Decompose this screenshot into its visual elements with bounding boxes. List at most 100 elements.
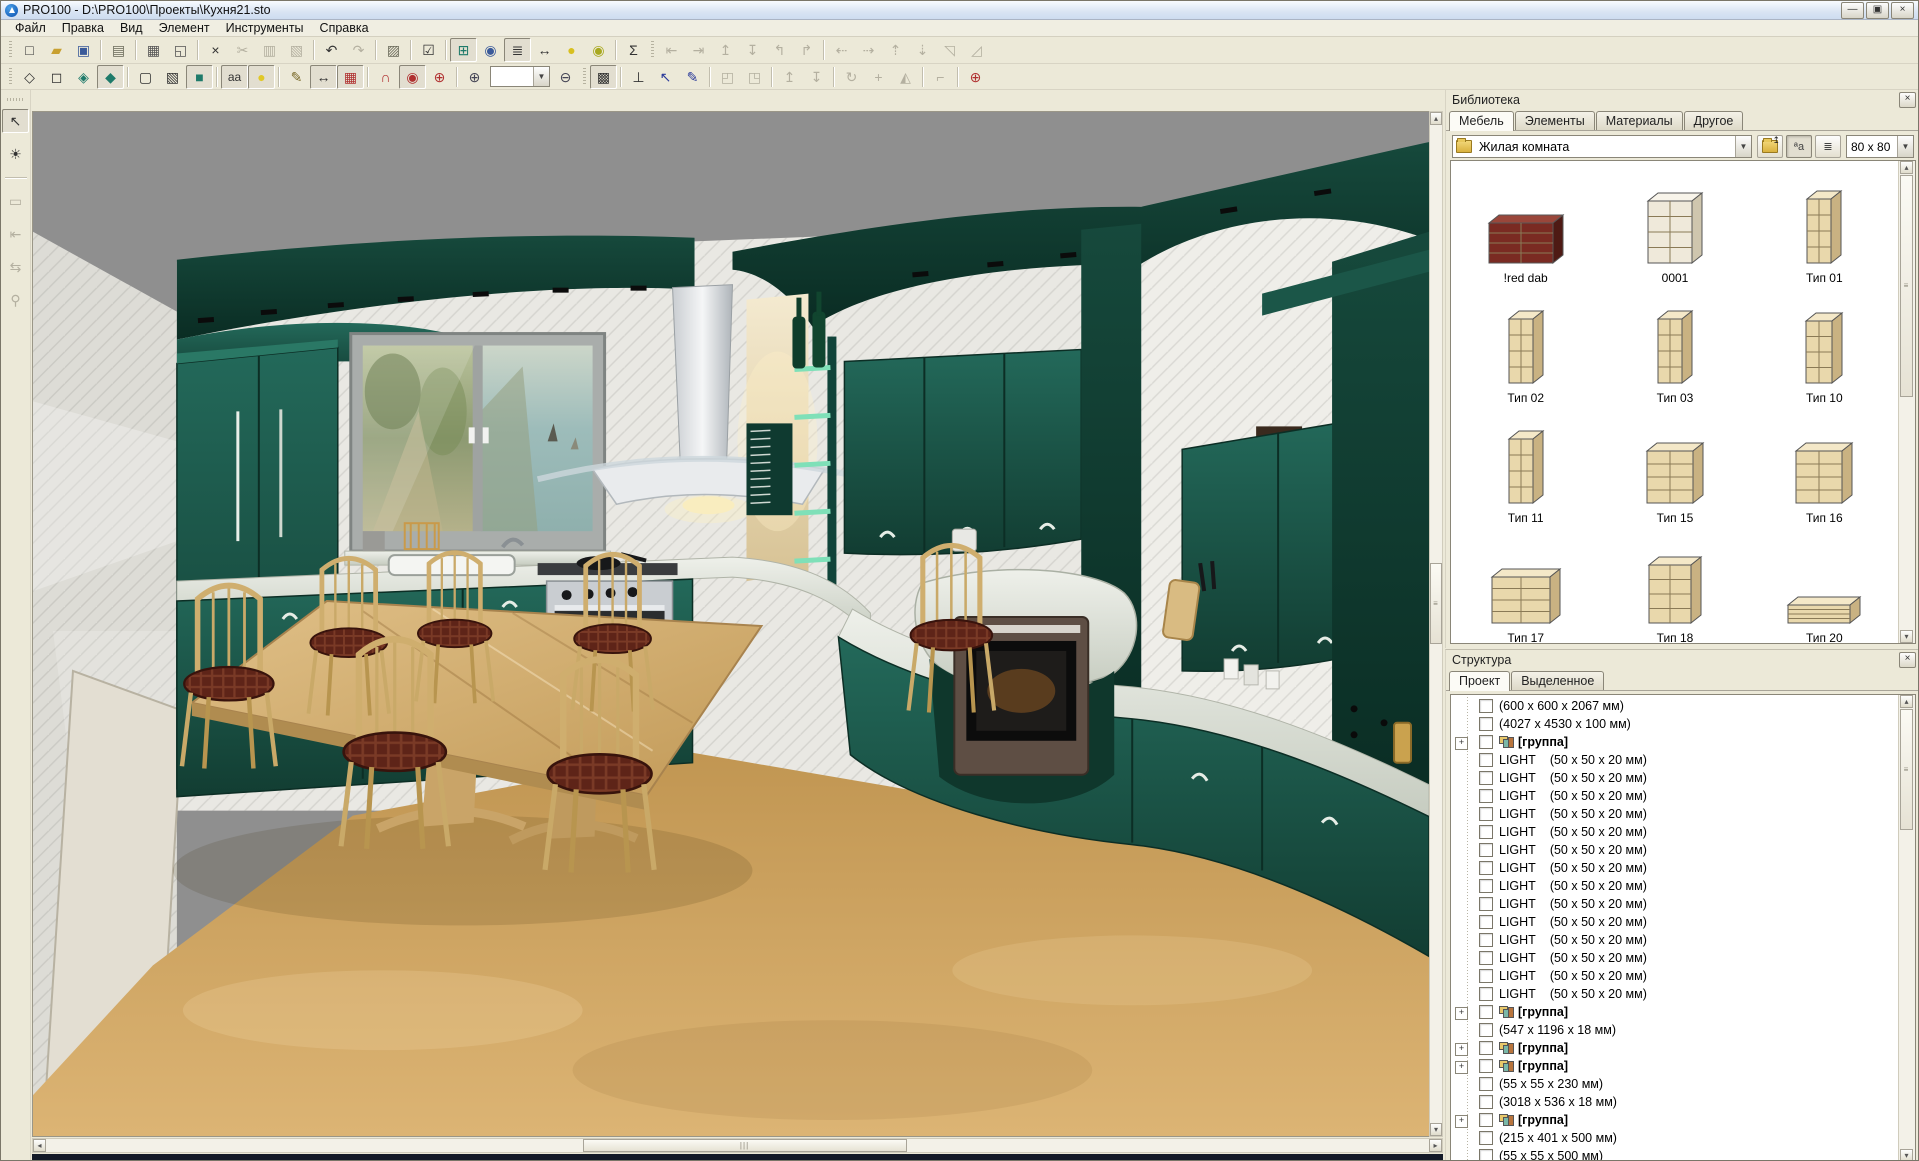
view-textured-button[interactable]: ■	[186, 65, 213, 89]
pointer-mode-button[interactable]: ↖	[652, 65, 679, 89]
library-close-icon[interactable]: ×	[1899, 92, 1916, 108]
library-item[interactable]: Тип 18	[1600, 525, 1749, 644]
tree-item-row[interactable]: (600 x 600 x 2067 мм)	[1451, 697, 1899, 715]
expand-icon[interactable]: +	[1455, 1007, 1468, 1020]
expand-icon[interactable]: +	[1455, 1115, 1468, 1128]
expand-icon[interactable]: +	[1455, 1043, 1468, 1056]
tree-checkbox[interactable]	[1479, 987, 1493, 1001]
view-report-toggle[interactable]: ◉	[585, 38, 612, 62]
restore-button[interactable]: ▣	[1866, 2, 1889, 19]
save-button[interactable]: ▣	[70, 38, 97, 62]
mirror-element-button[interactable]: ◭	[892, 65, 919, 89]
tree-checkbox[interactable]	[1479, 753, 1493, 767]
menu-item-3[interactable]: Вид	[112, 20, 151, 36]
library-scrollbar[interactable]: ▴ ≡ ▾	[1898, 161, 1915, 643]
view-structure-toggle[interactable]: ≣	[504, 38, 531, 62]
viewport-3d[interactable]	[32, 111, 1429, 1137]
tree-checkbox[interactable]	[1479, 897, 1493, 911]
paint-material-button[interactable]: ✎	[283, 65, 310, 89]
chevron-down-icon[interactable]: ▼	[533, 67, 549, 86]
tree-checkbox[interactable]	[1479, 789, 1493, 803]
scroll-left-icon[interactable]: ◂	[33, 1139, 46, 1152]
view-table-toggle[interactable]: ⊞	[450, 38, 477, 62]
shift-up-button[interactable]: ⇡	[882, 38, 909, 62]
tree-checkbox[interactable]	[1479, 879, 1493, 893]
tool-select[interactable]: ↖	[2, 109, 29, 133]
library-tab-элементы[interactable]: Элементы	[1515, 111, 1595, 130]
thumbnail-size-combo[interactable]: 80 x 80 ▼	[1846, 135, 1914, 158]
tree-item-row[interactable]: (215 x 401 x 500 мм)	[1451, 1129, 1899, 1147]
zoom-in-button[interactable]: ⊕	[461, 65, 488, 89]
zoom-out-button[interactable]: ⊖	[552, 65, 579, 89]
tree-checkbox[interactable]	[1479, 1149, 1493, 1161]
toolbar-grip[interactable]	[583, 68, 586, 86]
tree-checkbox[interactable]	[1479, 861, 1493, 875]
new-button[interactable]: □	[16, 38, 43, 62]
view-dimensions-toggle[interactable]: ↔	[531, 38, 558, 62]
tree-item-row[interactable]: LIGHT(50 x 50 x 20 мм)	[1451, 895, 1899, 913]
library-item[interactable]: Тип 20	[1750, 525, 1899, 644]
tree-checkbox[interactable]	[1479, 933, 1493, 947]
scene-oven-peninsula[interactable]	[915, 570, 1137, 804]
zoom-level-combo[interactable]: ▼	[490, 66, 550, 87]
structure-tab-выделенное[interactable]: Выделенное	[1511, 671, 1604, 690]
vscroll-thumb[interactable]: ≡	[1430, 563, 1442, 645]
properties-button[interactable]: ▨	[380, 38, 407, 62]
library-tab-материалы[interactable]: Материалы	[1596, 111, 1683, 130]
tree-checkbox[interactable]	[1479, 1023, 1493, 1037]
menu-item-5[interactable]: Инструменты	[218, 20, 312, 36]
toolbar-grip[interactable]	[9, 68, 12, 86]
tool-distribute[interactable]: ⇆	[2, 255, 29, 279]
viewport-vscrollbar[interactable]: ▴ ≡ ▾	[1429, 111, 1443, 1137]
snap-magnet-toggle[interactable]: ∩	[372, 65, 399, 89]
tree-item-row[interactable]: LIGHT(50 x 50 x 20 мм)	[1451, 769, 1899, 787]
tree-checkbox[interactable]	[1479, 807, 1493, 821]
library-item[interactable]: Тип 10	[1750, 285, 1899, 405]
select-region-toggle[interactable]: ▩	[590, 65, 617, 89]
align-right-button[interactable]: ⇥	[685, 38, 712, 62]
tree-checkbox[interactable]	[1479, 843, 1493, 857]
tree-item-row[interactable]: LIGHT(50 x 50 x 20 мм)	[1451, 913, 1899, 931]
library-item[interactable]: !red dab	[1451, 165, 1600, 285]
shift-down-button[interactable]: ⇣	[909, 38, 936, 62]
corner-connect-button[interactable]: ⌐	[927, 65, 954, 89]
view-preview-toggle[interactable]: ◉	[477, 38, 504, 62]
rotation-center-button[interactable]: ⊕	[962, 65, 989, 89]
move-element-button[interactable]: +	[865, 65, 892, 89]
draw-element-button[interactable]: ✎	[679, 65, 706, 89]
tool-align[interactable]: ⇤	[2, 222, 29, 246]
tree-item-row[interactable]: LIGHT(50 x 50 x 20 мм)	[1451, 877, 1899, 895]
tree-item-row[interactable]: (55 x 55 x 230 мм)	[1451, 1075, 1899, 1093]
tree-item-row[interactable]: (4027 x 4530 x 100 мм)	[1451, 715, 1899, 733]
view-shaded-button[interactable]: ◆	[97, 65, 124, 89]
sum-button[interactable]: Σ	[620, 38, 647, 62]
title-bar[interactable]: PRO100 - D:\PRO100\Проекты\Кухня21.sto —…	[1, 1, 1918, 20]
tree-item-row[interactable]: LIGHT(50 x 50 x 20 мм)	[1451, 859, 1899, 877]
library-folder-combo[interactable]: Жилая комната ▼	[1452, 135, 1752, 158]
library-tab-другое[interactable]: Другое	[1684, 111, 1744, 130]
copy-button[interactable]: ▥	[256, 38, 283, 62]
viewport-hscrollbar[interactable]: ◂ ||| ▸	[32, 1138, 1443, 1153]
tree-checkbox[interactable]	[1479, 699, 1493, 713]
tree-checkbox[interactable]	[1479, 1095, 1493, 1109]
view-colored-wire-button[interactable]: ◈	[70, 65, 97, 89]
view-wireframe-button[interactable]: ◇	[16, 65, 43, 89]
cut-button[interactable]: ✂	[229, 38, 256, 62]
library-item[interactable]: Тип 03	[1600, 285, 1749, 405]
library-item[interactable]: Тип 01	[1750, 165, 1899, 285]
library-item[interactable]: Тип 02	[1451, 285, 1600, 405]
structure-scrollbar[interactable]: ▴ ≡ ▾	[1898, 695, 1915, 1161]
folder-up-button[interactable]: ↥	[1757, 135, 1783, 158]
view-edges-button[interactable]: ▧	[159, 65, 186, 89]
align-bottom-button[interactable]: ↧	[739, 38, 766, 62]
toolbar-grip[interactable]	[651, 41, 654, 59]
view-contours-button[interactable]: ▢	[132, 65, 159, 89]
view-hidden-line-button[interactable]: ◻	[43, 65, 70, 89]
tree-item-row[interactable]: LIGHT(50 x 50 x 20 мм)	[1451, 751, 1899, 769]
rotate-book-left-button[interactable]: ↰	[766, 38, 793, 62]
chevron-down-icon[interactable]: ▼	[1897, 136, 1913, 157]
minimize-button[interactable]: —	[1841, 2, 1864, 19]
show-labels-toggle[interactable]: aa	[221, 65, 248, 89]
snap-points-toggle[interactable]: ⊕	[426, 65, 453, 89]
tree-group-row[interactable]: +[группа]	[1451, 1003, 1899, 1021]
